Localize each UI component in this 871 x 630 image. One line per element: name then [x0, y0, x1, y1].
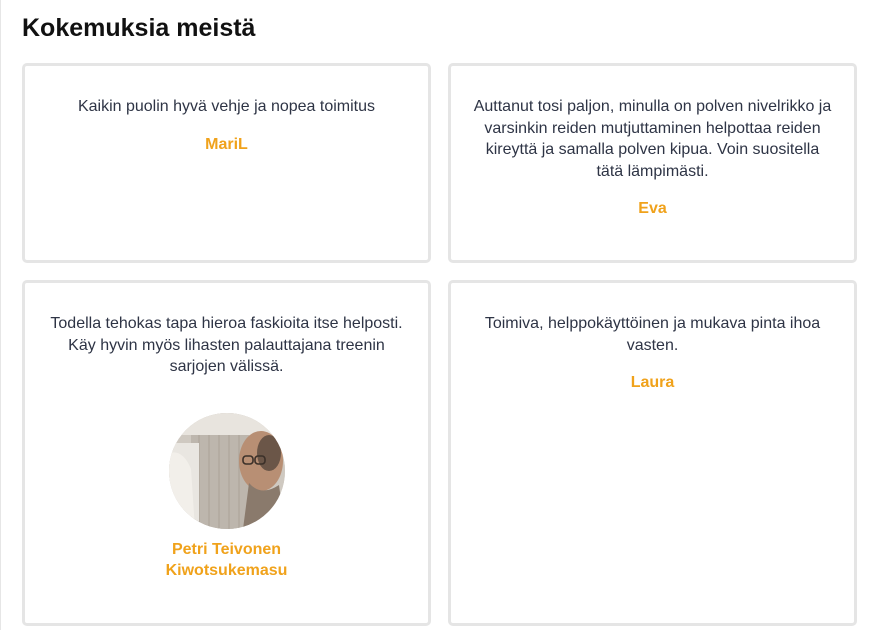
section-title: Kokemuksia meistä — [22, 14, 256, 42]
avatar — [168, 412, 285, 529]
testimonial-card: Toimiva, helppokäyttöinen ja mukava pint… — [448, 280, 857, 626]
testimonial-card: Kaikin puolin hyvä vehje ja nopea toimit… — [22, 63, 431, 263]
testimonials-section: Kokemuksia meistä Kaikin puolin hyvä veh… — [0, 0, 871, 630]
testimonial-author: Eva — [638, 200, 667, 217]
testimonial-card: Auttanut tosi paljon, minulla on polven … — [448, 63, 857, 263]
testimonial-author: MariL — [205, 135, 248, 153]
testimonial-quote: Toimiva, helppokäyttöinen ja mukava pint… — [484, 315, 821, 354]
testimonial-card: Todella tehokas tapa hieroa faskioita it… — [22, 280, 431, 626]
testimonial-author: Petri Teivonen Kiwotsukemasu — [25, 539, 428, 581]
testimonial-author: Laura — [630, 374, 675, 391]
author-name: Petri Teivonen — [171, 540, 282, 558]
person-photo-avatar-icon — [168, 412, 285, 529]
testimonial-quote: Auttanut tosi paljon, minulla on polven … — [473, 98, 832, 180]
testimonial-quote: Todella tehokas tapa hieroa faskioita it… — [50, 315, 403, 375]
testimonial-quote: Kaikin puolin hyvä vehje ja nopea toimit… — [77, 98, 376, 115]
author-company: Kiwotsukemasu — [165, 561, 288, 579]
